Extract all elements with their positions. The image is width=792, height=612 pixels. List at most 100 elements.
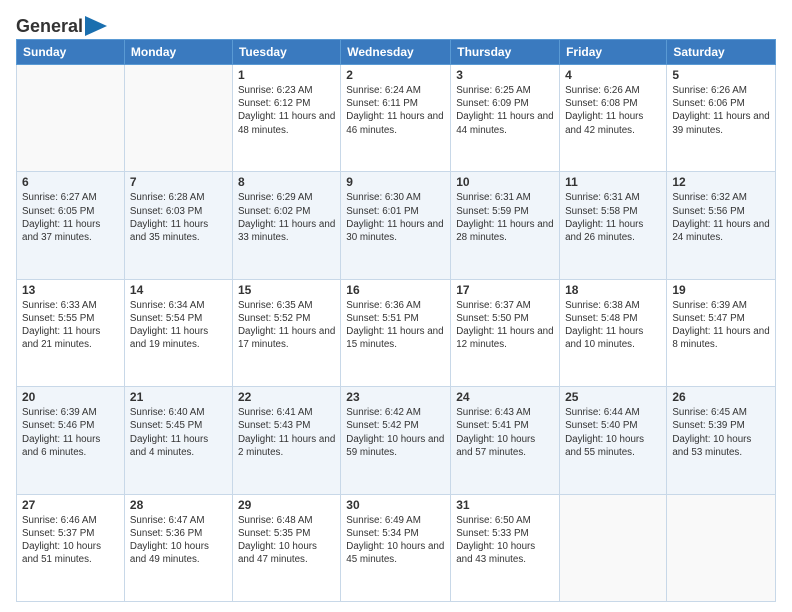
calendar-cell: 12 Sunrise: 6:32 AM Sunset: 5:56 PM Dayli… [667, 172, 776, 279]
day-info: Sunrise: 6:43 AM Sunset: 5:41 PM Dayligh… [456, 406, 554, 459]
calendar-cell [17, 65, 125, 172]
logo: General [16, 16, 107, 35]
day-number: 21 [130, 390, 227, 404]
day-header-wednesday: Wednesday [341, 40, 451, 65]
day-info: Sunrise: 6:42 AM Sunset: 5:42 PM Dayligh… [346, 406, 445, 459]
day-info: Sunrise: 6:46 AM Sunset: 5:37 PM Dayligh… [22, 514, 119, 567]
calendar-cell: 11 Sunrise: 6:31 AM Sunset: 5:58 PM Dayli… [560, 172, 667, 279]
calendar-cell: 25 Sunrise: 6:44 AM Sunset: 5:40 PM Dayli… [560, 387, 667, 494]
day-info: Sunrise: 6:28 AM Sunset: 6:03 PM Dayligh… [130, 191, 227, 244]
calendar-cell: 19 Sunrise: 6:39 AM Sunset: 5:47 PM Dayli… [667, 279, 776, 386]
day-number: 11 [565, 175, 661, 189]
day-info: Sunrise: 6:50 AM Sunset: 5:33 PM Dayligh… [456, 514, 554, 567]
calendar-cell: 2 Sunrise: 6:24 AM Sunset: 6:11 PM Daylig… [341, 65, 451, 172]
day-number: 23 [346, 390, 445, 404]
calendar-cell: 18 Sunrise: 6:38 AM Sunset: 5:48 PM Dayli… [560, 279, 667, 386]
day-info: Sunrise: 6:31 AM Sunset: 5:58 PM Dayligh… [565, 191, 661, 244]
day-info: Sunrise: 6:23 AM Sunset: 6:12 PM Dayligh… [238, 84, 335, 137]
day-info: Sunrise: 6:48 AM Sunset: 5:35 PM Dayligh… [238, 514, 335, 567]
day-header-sunday: Sunday [17, 40, 125, 65]
calendar-cell [667, 494, 776, 601]
day-header-saturday: Saturday [667, 40, 776, 65]
day-info: Sunrise: 6:38 AM Sunset: 5:48 PM Dayligh… [565, 299, 661, 352]
day-info: Sunrise: 6:24 AM Sunset: 6:11 PM Dayligh… [346, 84, 445, 137]
calendar-week-5: 27Sunrise: 6:46 AM Sunset: 5:37 PM Dayli… [17, 494, 776, 601]
calendar-cell: 23 Sunrise: 6:42 AM Sunset: 5:42 PM Dayli… [341, 387, 451, 494]
calendar-cell: 26 Sunrise: 6:45 AM Sunset: 5:39 PM Dayli… [667, 387, 776, 494]
day-number: 12 [672, 175, 770, 189]
calendar-cell [560, 494, 667, 601]
calendar-cell: 30 Sunrise: 6:49 AM Sunset: 5:34 PM Dayli… [341, 494, 451, 601]
day-number: 13 [22, 283, 119, 297]
calendar-cell: 28 Sunrise: 6:47 AM Sunset: 5:36 PM Dayli… [124, 494, 232, 601]
calendar-cell: 22 Sunrise: 6:41 AM Sunset: 5:43 PM Dayli… [232, 387, 340, 494]
day-info: Sunrise: 6:40 AM Sunset: 5:45 PM Dayligh… [130, 406, 227, 459]
day-header-tuesday: Tuesday [232, 40, 340, 65]
day-number: 19 [672, 283, 770, 297]
day-info: Sunrise: 6:47 AM Sunset: 5:36 PM Dayligh… [130, 514, 227, 567]
calendar-cell: 13 Sunrise: 6:33 AM Sunset: 5:55 PM Dayli… [17, 279, 125, 386]
day-number: 15 [238, 283, 335, 297]
day-number: 7 [130, 175, 227, 189]
day-info: Sunrise: 6:25 AM Sunset: 6:09 PM Dayligh… [456, 84, 554, 137]
calendar-header-row: SundayMondayTuesdayWednesdayThursdayFrid… [17, 40, 776, 65]
day-number: 30 [346, 498, 445, 512]
day-number: 6 [22, 175, 119, 189]
day-info: Sunrise: 6:41 AM Sunset: 5:43 PM Dayligh… [238, 406, 335, 459]
calendar-cell: 15 Sunrise: 6:35 AM Sunset: 5:52 PM Dayli… [232, 279, 340, 386]
day-header-thursday: Thursday [451, 40, 560, 65]
calendar-week-4: 20Sunrise: 6:39 AM Sunset: 5:46 PM Dayli… [17, 387, 776, 494]
day-info: Sunrise: 6:34 AM Sunset: 5:54 PM Dayligh… [130, 299, 227, 352]
day-info: Sunrise: 6:37 AM Sunset: 5:50 PM Dayligh… [456, 299, 554, 352]
calendar-cell: 20Sunrise: 6:39 AM Sunset: 5:46 PM Dayli… [17, 387, 125, 494]
day-number: 22 [238, 390, 335, 404]
day-number: 10 [456, 175, 554, 189]
day-number: 16 [346, 283, 445, 297]
day-number: 26 [672, 390, 770, 404]
day-info: Sunrise: 6:44 AM Sunset: 5:40 PM Dayligh… [565, 406, 661, 459]
day-info: Sunrise: 6:26 AM Sunset: 6:06 PM Dayligh… [672, 84, 770, 137]
day-number: 1 [238, 68, 335, 82]
day-number: 3 [456, 68, 554, 82]
day-info: Sunrise: 6:32 AM Sunset: 5:56 PM Dayligh… [672, 191, 770, 244]
calendar-cell: 29 Sunrise: 6:48 AM Sunset: 5:35 PM Dayli… [232, 494, 340, 601]
header: General [16, 12, 776, 35]
day-number: 18 [565, 283, 661, 297]
calendar-cell: 1 Sunrise: 6:23 AM Sunset: 6:12 PM Daylig… [232, 65, 340, 172]
day-number: 2 [346, 68, 445, 82]
day-info: Sunrise: 6:45 AM Sunset: 5:39 PM Dayligh… [672, 406, 770, 459]
day-number: 5 [672, 68, 770, 82]
day-number: 24 [456, 390, 554, 404]
day-number: 25 [565, 390, 661, 404]
calendar-cell: 17 Sunrise: 6:37 AM Sunset: 5:50 PM Dayli… [451, 279, 560, 386]
day-number: 14 [130, 283, 227, 297]
day-number: 29 [238, 498, 335, 512]
day-info: Sunrise: 6:35 AM Sunset: 5:52 PM Dayligh… [238, 299, 335, 352]
day-info: Sunrise: 6:49 AM Sunset: 5:34 PM Dayligh… [346, 514, 445, 567]
day-info: Sunrise: 6:39 AM Sunset: 5:47 PM Dayligh… [672, 299, 770, 352]
day-number: 8 [238, 175, 335, 189]
calendar-cell: 3 Sunrise: 6:25 AM Sunset: 6:09 PM Daylig… [451, 65, 560, 172]
day-header-monday: Monday [124, 40, 232, 65]
day-info: Sunrise: 6:30 AM Sunset: 6:01 PM Dayligh… [346, 191, 445, 244]
day-number: 28 [130, 498, 227, 512]
calendar-cell: 21 Sunrise: 6:40 AM Sunset: 5:45 PM Dayli… [124, 387, 232, 494]
calendar-cell: 10 Sunrise: 6:31 AM Sunset: 5:59 PM Dayli… [451, 172, 560, 279]
day-number: 17 [456, 283, 554, 297]
calendar-cell: 5 Sunrise: 6:26 AM Sunset: 6:06 PM Daylig… [667, 65, 776, 172]
calendar-cell [124, 65, 232, 172]
day-header-friday: Friday [560, 40, 667, 65]
logo-general: General [16, 16, 83, 37]
day-number: 31 [456, 498, 554, 512]
calendar-week-1: 1 Sunrise: 6:23 AM Sunset: 6:12 PM Daylig… [17, 65, 776, 172]
day-info: Sunrise: 6:33 AM Sunset: 5:55 PM Dayligh… [22, 299, 119, 352]
day-info: Sunrise: 6:31 AM Sunset: 5:59 PM Dayligh… [456, 191, 554, 244]
calendar-cell: 6Sunrise: 6:27 AM Sunset: 6:05 PM Daylig… [17, 172, 125, 279]
logo-arrow-icon [85, 16, 107, 36]
calendar-cell: 27Sunrise: 6:46 AM Sunset: 5:37 PM Dayli… [17, 494, 125, 601]
calendar-cell: 31 Sunrise: 6:50 AM Sunset: 5:33 PM Dayli… [451, 494, 560, 601]
calendar-cell: 9Sunrise: 6:30 AM Sunset: 6:01 PM Daylig… [341, 172, 451, 279]
day-number: 4 [565, 68, 661, 82]
calendar-cell: 16Sunrise: 6:36 AM Sunset: 5:51 PM Dayli… [341, 279, 451, 386]
day-info: Sunrise: 6:29 AM Sunset: 6:02 PM Dayligh… [238, 191, 335, 244]
